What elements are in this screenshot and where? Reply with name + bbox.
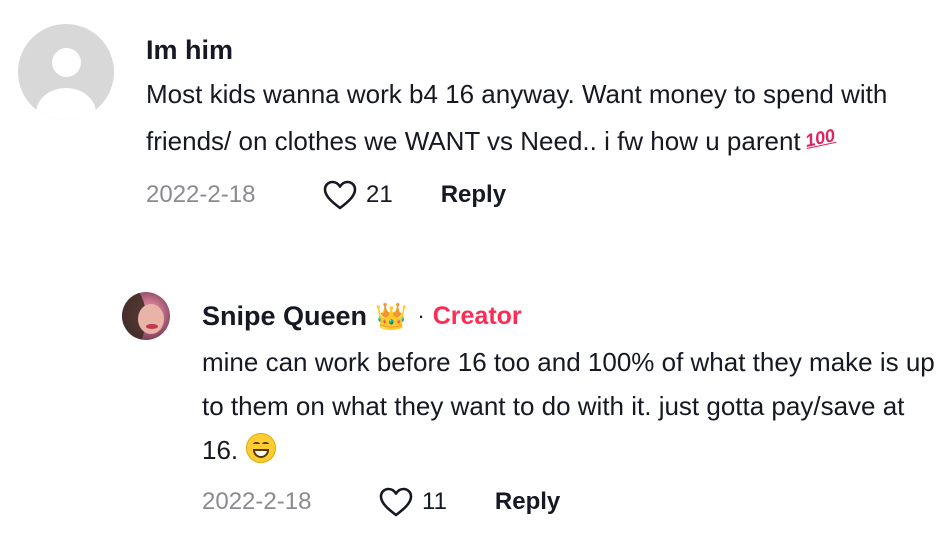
comment-meta: 2022-2-18 21 Reply <box>146 175 926 215</box>
separator-dot: · <box>417 303 425 328</box>
reply-date: 2022-2-18 <box>202 488 312 515</box>
heart-outline-icon <box>379 487 413 517</box>
reply-button[interactable]: Reply <box>495 488 560 516</box>
hundred-points-emoji: 100 <box>802 125 837 151</box>
comment-date: 2022-2-18 <box>146 181 256 208</box>
like-count: 21 <box>366 181 393 208</box>
reply-username[interactable]: Snipe Queen <box>202 298 367 334</box>
heart-outline-icon <box>323 180 357 210</box>
comment-username[interactable]: Im him <box>146 32 233 68</box>
comment-item: Im him Most kids wanna work b4 16 anyway… <box>18 24 926 215</box>
creator-badge: Creator <box>432 301 522 330</box>
reply-text-body: mine can work before 16 too and 100% of … <box>202 347 935 465</box>
like-count: 11 <box>422 488 447 515</box>
default-avatar-icon[interactable] <box>18 24 114 120</box>
grinning-face-emoji <box>246 433 277 463</box>
crown-emoji-icon: 👑 <box>375 301 408 331</box>
reply-header: Snipe Queen 👑 · Creator <box>202 292 942 340</box>
reply-button[interactable]: Reply <box>441 181 506 209</box>
reply-content: Snipe Queen 👑 · Creator mine can work be… <box>202 292 942 522</box>
like-button[interactable]: 21 <box>322 179 393 211</box>
comment-thread: Im him Most kids wanna work b4 16 anyway… <box>0 0 952 542</box>
comment-content: Im him Most kids wanna work b4 16 anyway… <box>146 32 926 215</box>
reply-text: mine can work before 16 too and 100% of … <box>202 340 942 472</box>
reply-item: Snipe Queen 👑 · Creator mine can work be… <box>122 292 942 522</box>
comment-text: Most kids wanna work b4 16 anyway. Want … <box>146 72 926 163</box>
like-button[interactable]: 11 <box>378 486 447 518</box>
reply-meta: 2022-2-18 11 Reply <box>202 482 942 522</box>
profile-photo-avatar[interactable] <box>122 292 170 340</box>
comment-text-body: Most kids wanna work b4 16 anyway. Want … <box>146 79 888 156</box>
